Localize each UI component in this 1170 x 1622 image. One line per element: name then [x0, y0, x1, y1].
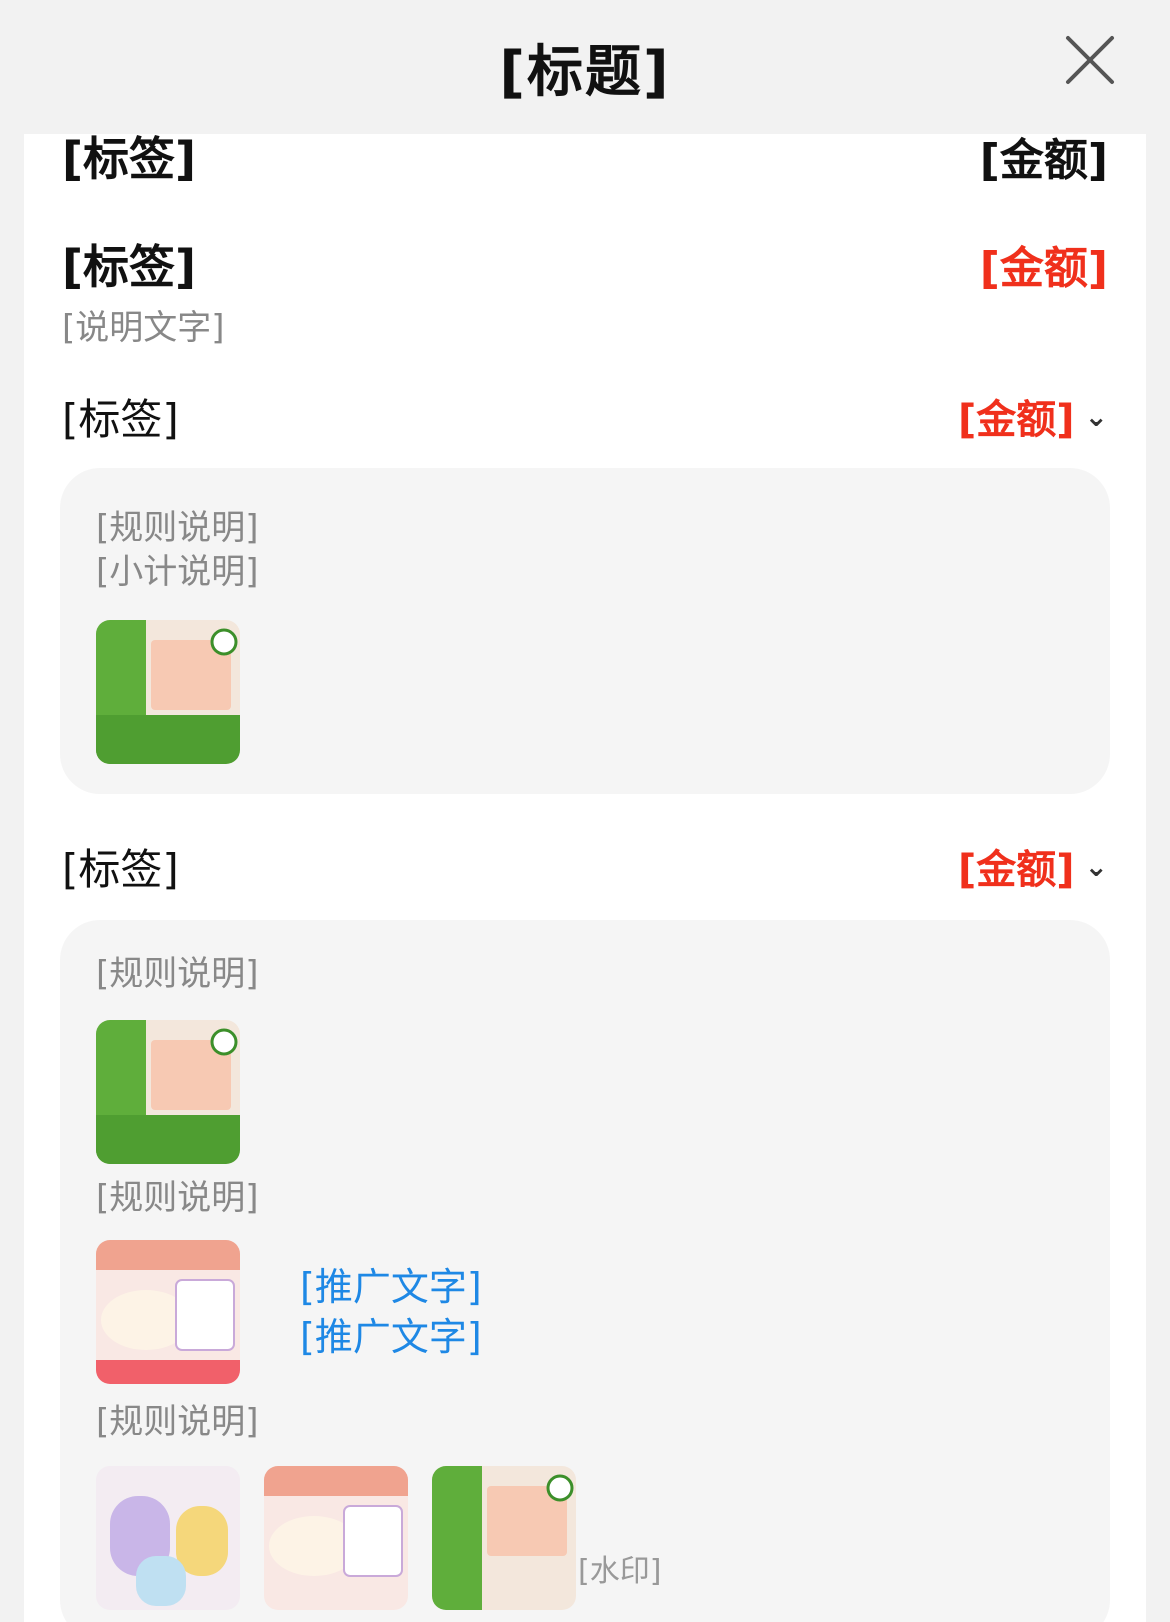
detail-sheet: [标题] [标签] [金额] [标签] [金额] [说明文字] [标签] [金额…	[0, 0, 1170, 1622]
chevron-down-icon[interactable]: ⌄	[1085, 400, 1108, 433]
promotion-rule-line2: [小计说明]	[96, 552, 259, 592]
discount-value: [金额]	[979, 243, 1108, 294]
discount-note: [说明文字]	[62, 308, 225, 348]
close-icon[interactable]	[1062, 32, 1118, 88]
coupon-value: [金额]	[957, 847, 1075, 893]
coupon-label: [标签]	[62, 844, 179, 894]
promotion-detail-box: [规则说明] [小计说明]	[60, 468, 1110, 794]
chevron-down-icon[interactable]: ⌄	[1085, 850, 1108, 883]
product-thumbnail[interactable]	[96, 1020, 240, 1164]
promotion-value: [金额]	[957, 397, 1075, 443]
page-title: [标题]	[499, 39, 671, 105]
total-label: [标签]	[62, 134, 197, 186]
product-thumbnail[interactable]	[96, 1466, 240, 1610]
coupon-rule1: [规则说明]	[96, 954, 259, 994]
promo-line1: [推广文字]	[300, 1265, 482, 1309]
discount-row: [标签] [金额]	[62, 234, 1108, 294]
coupon-rule2: [规则说明]	[96, 1178, 259, 1218]
sheet-header: [标题]	[0, 0, 1170, 134]
promotion-label: [标签]	[62, 394, 179, 444]
product-thumbnail[interactable]	[96, 620, 240, 764]
coupon-value-wrap[interactable]: [金额] ⌄	[958, 837, 1108, 895]
coupon-rule3: [规则说明]	[96, 1402, 259, 1442]
product-thumbnail[interactable]	[264, 1466, 408, 1610]
coupon-detail-box: [规则说明] [规则说明] [推广文字] [推广文字] [规则说明] [水印]	[60, 920, 1110, 1622]
promotion-row[interactable]: [标签] [金额] ⌄	[62, 386, 1108, 446]
product-thumbnail[interactable]	[96, 1240, 240, 1384]
promo-line2: [推广文字]	[300, 1315, 482, 1359]
coupon-row[interactable]: [标签] [金额] ⌄	[62, 836, 1108, 896]
watermark-text: [水印]	[578, 1554, 662, 1589]
kitchen-coupon-promo[interactable]: [推广文字] [推广文字]	[300, 1262, 482, 1362]
promotion-value-wrap[interactable]: [金额] ⌄	[958, 387, 1108, 445]
amount-card: [标签] [金额] [标签] [金额] [说明文字] [标签] [金额] ⌄ […	[24, 134, 1146, 1622]
product-thumbnail[interactable]	[432, 1466, 576, 1610]
total-row: [标签] [金额]	[62, 134, 1108, 186]
discount-label: [标签]	[62, 240, 197, 294]
promotion-rule-line1: [规则说明]	[96, 508, 259, 548]
total-value: [金额]	[979, 135, 1108, 186]
